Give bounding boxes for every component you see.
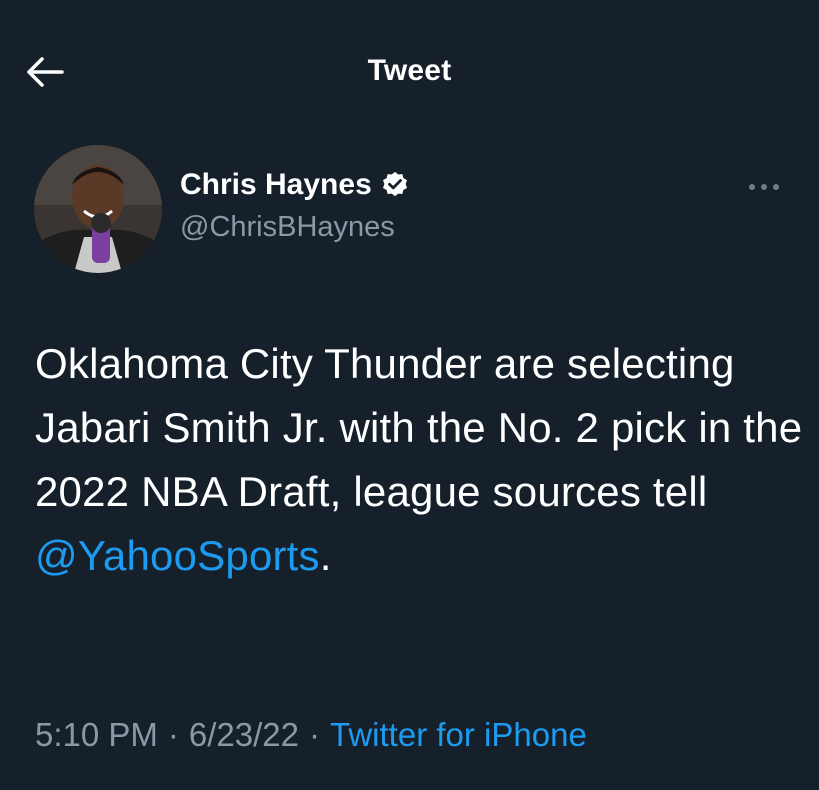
tweet-date[interactable]: 6/23/22 [189,716,299,753]
tweet-screen: Tweet Chris Haynes @ChrisBHaynes Oklahom… [0,0,819,790]
more-options-button[interactable] [744,175,784,199]
top-bar: Tweet [0,40,819,104]
display-name-link[interactable]: Chris Haynes [180,167,410,203]
page-title: Tweet [367,54,452,87]
tweet-body: Oklahoma City Thunder are selecting Jaba… [35,340,803,515]
meta-separator: · [309,716,321,753]
tweet-time: 5:10 PM [35,716,158,753]
tweet-metadata: 5:10 PM · 6/23/22 · Twitter for iPhone [35,716,587,754]
mention-link[interactable]: @YahooSports [35,532,320,579]
display-name: Chris Haynes [180,168,372,201]
more-horizontal-icon [749,184,779,190]
tweet-author: Chris Haynes @ChrisBHaynes [34,145,794,275]
author-names: Chris Haynes @ChrisBHaynes [180,167,410,244]
tweet-source-link[interactable]: Twitter for iPhone [330,716,587,753]
tweet-text: Oklahoma City Thunder are selecting Jaba… [35,332,805,588]
tweet-body-end: . [319,532,332,579]
meta-separator: · [167,716,179,753]
author-handle[interactable]: @ChrisBHaynes [180,211,410,244]
verified-badge-icon [380,170,410,200]
avatar[interactable] [34,145,162,273]
